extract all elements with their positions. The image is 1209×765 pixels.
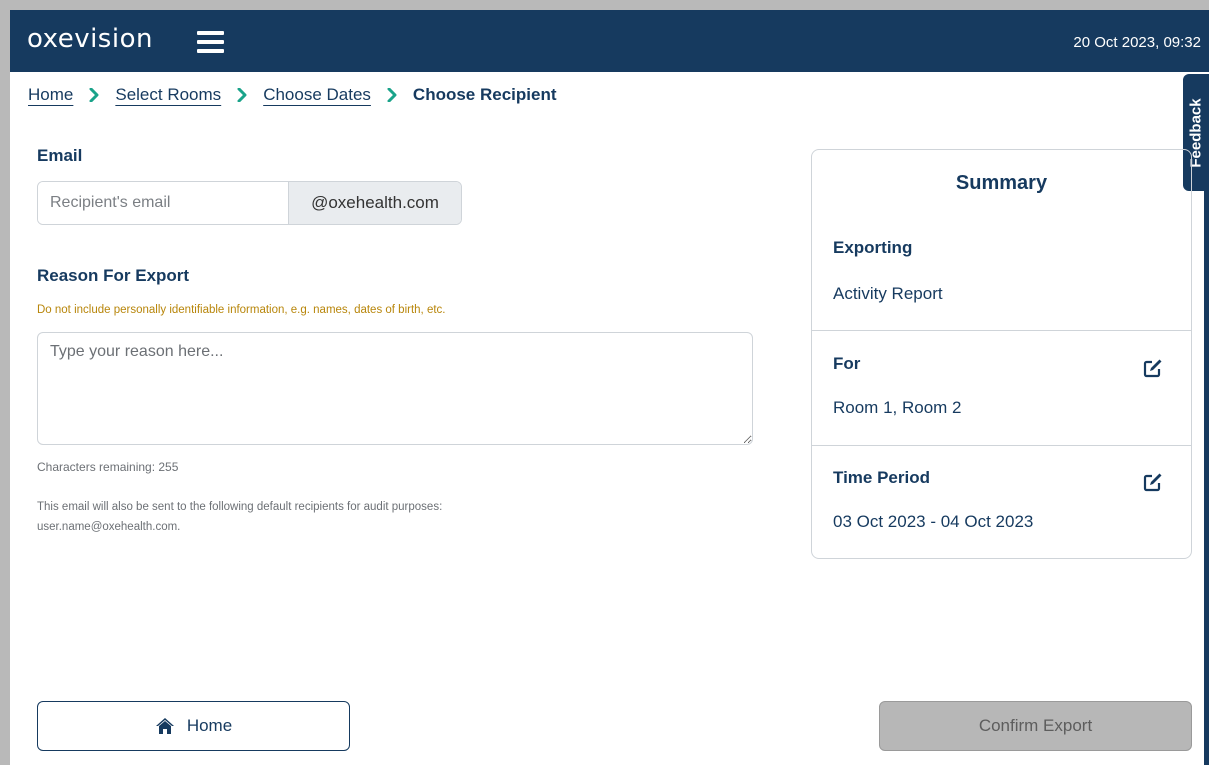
for-label: For bbox=[833, 354, 861, 373]
email-input-group: @oxehealth.com bbox=[37, 181, 462, 225]
email-label: Email bbox=[37, 146, 83, 165]
email-domain-suffix: @oxehealth.com bbox=[288, 182, 461, 224]
exporting-value: Activity Report bbox=[833, 284, 943, 303]
right-edge-bar bbox=[1204, 82, 1209, 765]
for-value: Room 1, Room 2 bbox=[833, 398, 962, 417]
breadcrumb: Home Select Rooms Choose Dates Choose Re… bbox=[28, 82, 557, 108]
chevron-right-icon bbox=[381, 85, 403, 105]
home-icon bbox=[155, 718, 174, 734]
characters-remaining: Characters remaining: 255 bbox=[37, 460, 179, 474]
audit-recipient-email: user.name@oxehealth.com. bbox=[37, 521, 181, 533]
chevron-right-icon bbox=[231, 85, 253, 105]
summary-panel: Summary Exporting Activity Report For Ro… bbox=[811, 149, 1192, 559]
app-logo[interactable]: oxevision bbox=[27, 24, 153, 54]
reason-textarea[interactable] bbox=[37, 332, 753, 445]
chevron-right-icon bbox=[83, 85, 105, 105]
summary-divider bbox=[812, 445, 1191, 446]
top-bar: oxevision 20 Oct 2023, 09:32 bbox=[10, 10, 1209, 72]
edit-dates-icon[interactable] bbox=[1143, 472, 1163, 492]
breadcrumb-select-rooms[interactable]: Select Rooms bbox=[115, 85, 221, 105]
summary-title: Summary bbox=[955, 172, 1048, 194]
email-input[interactable] bbox=[38, 182, 288, 224]
breadcrumb-choose-dates[interactable]: Choose Dates bbox=[263, 85, 371, 105]
pii-warning: Do not include personally identifiable i… bbox=[37, 304, 446, 316]
audit-note-text: This email will also be sent to the foll… bbox=[37, 501, 443, 513]
exporting-label: Exporting bbox=[833, 238, 913, 257]
time-period-label: Time Period bbox=[833, 468, 930, 487]
app-frame: oxevision 20 Oct 2023, 09:32 Home Select… bbox=[10, 10, 1209, 765]
breadcrumb-choose-recipient: Choose Recipient bbox=[412, 85, 557, 104]
confirm-export-button[interactable]: Confirm Export bbox=[879, 701, 1192, 751]
reason-label: Reason For Export bbox=[37, 266, 190, 285]
summary-divider bbox=[812, 330, 1191, 331]
current-datetime: 20 Oct 2023, 09:32 bbox=[1073, 34, 1201, 51]
breadcrumb-home[interactable]: Home bbox=[28, 85, 73, 105]
home-button-label: Home bbox=[186, 716, 233, 735]
home-button[interactable]: Home bbox=[37, 701, 350, 751]
hamburger-icon[interactable] bbox=[197, 31, 224, 53]
audit-note: This email will also be sent to the foll… bbox=[37, 497, 637, 537]
time-period-value: 03 Oct 2023 - 04 Oct 2023 bbox=[833, 512, 1034, 531]
edit-rooms-icon[interactable] bbox=[1143, 358, 1163, 378]
